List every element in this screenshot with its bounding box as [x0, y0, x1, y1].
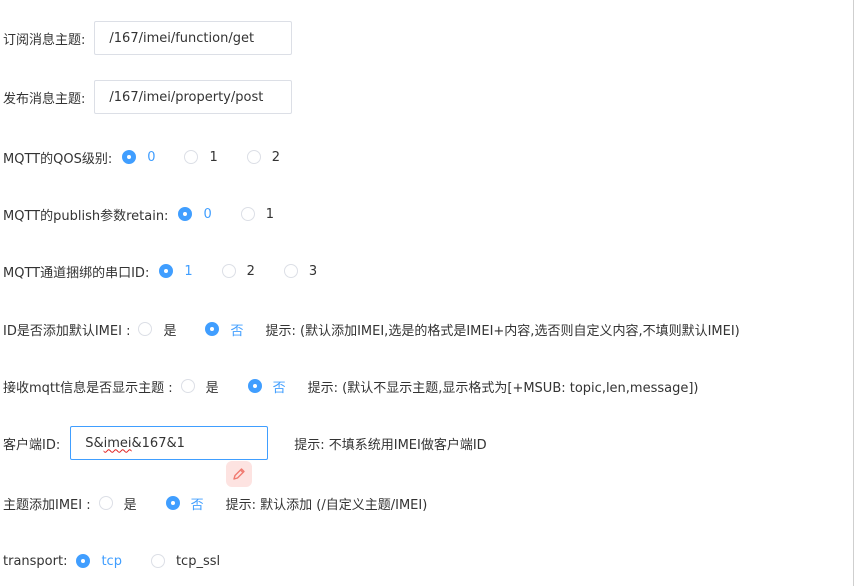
- transport-row: transport: tcp tcp_ssl: [0, 544, 220, 578]
- retain-radio-1[interactable]: 1: [240, 206, 274, 222]
- transport-option-tcp-text: tcp: [101, 553, 122, 569]
- topic-imei-option-no-text: 否: [190, 497, 204, 513]
- serial-id-row: MQTT通道捆绑的串口ID: 1 2 3: [0, 254, 317, 288]
- topic-imei-row: 主题添加IMEI : 是 否 提示: 默认添加 (/自定义主题/IMEI): [0, 486, 427, 520]
- imei-default-option-no-text: 否: [230, 323, 244, 339]
- topic-imei-label: 主题添加IMEI :: [3, 497, 91, 513]
- radio-circle[interactable]: [246, 150, 261, 164]
- qos-row: MQTT的QOS级别: 0 1 2: [0, 140, 280, 174]
- radio-circle[interactable]: [178, 207, 193, 221]
- qos-radio-2[interactable]: 2: [246, 149, 281, 165]
- publish-topic-input[interactable]: [94, 80, 293, 114]
- radio-circle[interactable]: [76, 554, 91, 568]
- qos-option-2-text: 2: [271, 149, 281, 165]
- qos-radio-0[interactable]: 0: [122, 150, 155, 165]
- client-id-value-prefix: S&: [85, 435, 104, 451]
- serial-option-2-text: 2: [246, 263, 255, 279]
- retain-option-1-text: 1: [265, 206, 274, 222]
- radio-circle[interactable]: [159, 264, 174, 278]
- client-id-input[interactable]: S& imei &167&1: [70, 426, 269, 460]
- radio-circle[interactable]: [283, 264, 298, 278]
- publish-topic-row: 发布消息主题:: [0, 80, 293, 114]
- show-topic-hint: 提示: (默认不显示主题,显示格式为[+MSUB: topic,len,mess…: [307, 380, 699, 396]
- publish-topic-label: 发布消息主题:: [3, 91, 86, 107]
- retain-label: MQTT的publish参数retain:: [3, 208, 169, 224]
- show-topic-label: 接收mqtt信息是否显示主题 :: [3, 380, 173, 396]
- client-id-hint: 提示: 不填系统用IMEI做客户端ID: [294, 437, 487, 453]
- radio-circle[interactable]: [98, 496, 113, 510]
- client-id-value-misspelled: imei: [103, 435, 132, 451]
- qos-radio-1[interactable]: 1: [184, 149, 218, 165]
- radio-circle[interactable]: [122, 150, 137, 164]
- show-topic-option-no-text: 否: [272, 380, 286, 396]
- client-id-row: 客户端ID: S& imei &167&1 提示: 不填系统用IMEI做客户端ID: [0, 426, 487, 460]
- qos-option-0-text: 0: [147, 149, 156, 165]
- topic-imei-radio-yes[interactable]: 是: [98, 494, 137, 513]
- imei-default-radio-yes[interactable]: 是: [138, 320, 176, 339]
- imei-default-radio-no[interactable]: 否: [205, 320, 244, 339]
- subscribe-topic-row: 订阅消息主题:: [0, 21, 293, 55]
- topic-imei-option-yes-text: 是: [123, 497, 137, 513]
- window-edge-divider: [853, 0, 854, 586]
- radio-circle[interactable]: [247, 379, 262, 393]
- imei-default-option-yes-text: 是: [163, 323, 177, 339]
- radio-circle[interactable]: [221, 264, 236, 278]
- topic-imei-radio-no[interactable]: 否: [165, 494, 204, 513]
- transport-option-tcp-ssl-text: tcp_ssl: [175, 553, 221, 569]
- floating-tool-button[interactable]: [226, 461, 252, 487]
- transport-radio-tcp-ssl[interactable]: tcp_ssl: [150, 553, 221, 569]
- imei-default-row: ID是否添加默认IMEI : 是 否 提示: (默认添加IMEI,选是的格式是I…: [0, 312, 740, 346]
- client-id-value-suffix: &167&1: [131, 435, 185, 451]
- topic-imei-hint: 提示: 默认添加 (/自定义主题/IMEI): [225, 497, 428, 513]
- radio-circle[interactable]: [184, 150, 199, 164]
- show-topic-option-yes-text: 是: [205, 380, 219, 396]
- radio-circle[interactable]: [138, 322, 153, 336]
- retain-row: MQTT的publish参数retain: 0 1: [0, 197, 274, 231]
- radio-circle[interactable]: [205, 322, 220, 336]
- radio-circle[interactable]: [180, 379, 195, 393]
- radio-circle[interactable]: [150, 554, 165, 568]
- imei-default-hint: 提示: (默认添加IMEI,选是的格式是IMEI+内容,选否则自定义内容,不填则…: [265, 323, 740, 339]
- serial-id-label: MQTT通道捆绑的串口ID:: [3, 265, 150, 281]
- subscribe-topic-label: 订阅消息主题:: [3, 32, 86, 48]
- serial-option-3-text: 3: [308, 263, 318, 279]
- retain-option-0-text: 0: [203, 206, 212, 222]
- transport-label: transport:: [3, 553, 68, 569]
- show-topic-radio-yes[interactable]: 是: [180, 377, 219, 396]
- qos-label: MQTT的QOS级别:: [3, 151, 113, 167]
- subscribe-topic-input[interactable]: [94, 21, 293, 55]
- serial-radio-1[interactable]: 1: [159, 263, 193, 279]
- radio-circle[interactable]: [165, 496, 180, 510]
- serial-option-1-text: 1: [184, 263, 193, 279]
- qos-option-1-text: 1: [209, 149, 218, 165]
- pencil-icon: [233, 468, 245, 480]
- transport-radio-tcp[interactable]: tcp: [76, 554, 122, 569]
- client-id-label: 客户端ID:: [3, 437, 61, 453]
- serial-radio-2[interactable]: 2: [221, 263, 255, 279]
- radio-circle[interactable]: [240, 207, 255, 221]
- serial-radio-3[interactable]: 3: [283, 263, 318, 279]
- imei-default-label: ID是否添加默认IMEI :: [3, 323, 131, 339]
- retain-radio-0[interactable]: 0: [178, 206, 212, 222]
- show-topic-row: 接收mqtt信息是否显示主题 : 是 否 提示: (默认不显示主题,显示格式为[…: [0, 369, 699, 403]
- show-topic-radio-no[interactable]: 否: [247, 377, 286, 396]
